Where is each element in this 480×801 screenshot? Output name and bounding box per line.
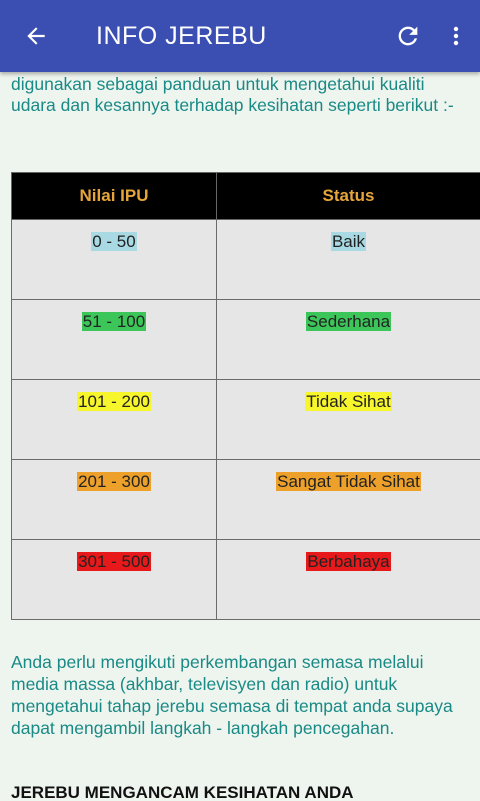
status-label: Sederhana <box>305 312 392 331</box>
range-label: 201 - 300 <box>77 472 151 491</box>
status-cell: Baik <box>216 219 480 300</box>
status-cell: Sederhana <box>216 299 480 380</box>
refresh-button[interactable] <box>384 0 432 72</box>
status-label: Sangat Tidak Sihat <box>276 472 421 491</box>
more-vertical-icon <box>453 26 459 46</box>
status-label: Berbahaya <box>306 552 391 571</box>
table-row: 0 - 50 Baik <box>11 219 480 300</box>
range-label: 51 - 100 <box>81 312 147 331</box>
advice-paragraph: Anda perlu mengikuti perkembangan semasa… <box>11 652 453 738</box>
app-bar: INFO JEREBU <box>0 0 480 72</box>
intro-text: digunakan sebagai panduan untuk mengetah… <box>11 74 454 115</box>
range-cell: 0 - 50 <box>11 219 217 300</box>
overflow-menu-button[interactable] <box>432 0 480 72</box>
range-cell: 51 - 100 <box>11 299 217 380</box>
range-label: 301 - 500 <box>77 552 151 571</box>
page-title: INFO JEREBU <box>96 21 267 50</box>
status-cell: Sangat Tidak Sihat <box>216 459 480 540</box>
table-row: 201 - 300 Sangat Tidak Sihat <box>11 459 480 540</box>
range-label: 0 - 50 <box>91 232 137 251</box>
back-button[interactable] <box>0 0 72 72</box>
status-label: Tidak Sihat <box>305 392 392 411</box>
table-row: 101 - 200 Tidak Sihat <box>11 379 480 460</box>
range-cell: 201 - 300 <box>11 459 217 540</box>
header-nilai-ipu: Nilai IPU <box>11 172 217 220</box>
status-cell: Berbahaya <box>216 539 480 620</box>
refresh-icon <box>398 26 418 46</box>
range-cell: 101 - 200 <box>11 379 217 460</box>
table-row: 51 - 100 Sederhana <box>11 299 480 380</box>
status-label: Baik <box>330 232 367 251</box>
arrow-left-icon <box>27 27 45 45</box>
ipu-table: Nilai IPU Status 0 - 50 Baik 51 - 100 Se… <box>11 172 480 620</box>
section-heading: JEREBU MENGANCAM KESIHATAN ANDA <box>11 783 354 801</box>
range-cell: 301 - 500 <box>11 539 217 620</box>
range-label: 101 - 200 <box>77 392 151 411</box>
table-header-row: Nilai IPU Status <box>11 172 480 220</box>
status-cell: Tidak Sihat <box>216 379 480 460</box>
table-row: 301 - 500 Berbahaya <box>11 539 480 620</box>
header-status: Status <box>216 172 480 220</box>
content-area[interactable]: digunakan sebagai panduan untuk mengetah… <box>0 72 480 801</box>
